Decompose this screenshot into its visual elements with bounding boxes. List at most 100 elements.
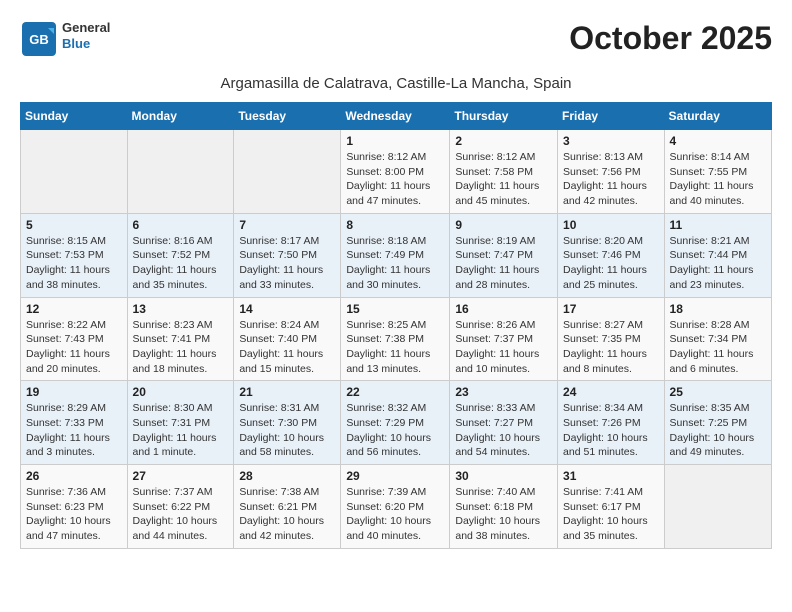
day-cell: 18Sunrise: 8:28 AM Sunset: 7:34 PM Dayli… xyxy=(664,297,771,381)
day-number: 10 xyxy=(563,218,659,232)
day-number: 1 xyxy=(346,134,444,148)
day-number: 30 xyxy=(455,469,552,483)
day-cell: 12 Sunrise: 8:22 AM Sunset: 7:43 PM Dayli… xyxy=(21,297,128,381)
header-wednesday: Wednesday xyxy=(341,103,450,130)
header-thursday: Thursday xyxy=(450,103,558,130)
day-info: Sunrise: 8:21 AM Sunset: 7:44 PM Dayligh… xyxy=(670,234,766,293)
day-info: Sunrise: 8:12 AM Sunset: 7:58 PM Dayligh… xyxy=(455,150,552,209)
day-cell xyxy=(234,130,341,214)
day-cell: 25 Sunrise: 8:35 AM Sunset: 7:25 PM Dayli… xyxy=(664,381,771,465)
calendar-title: October 2025 xyxy=(569,20,772,57)
day-info: Sunrise: 8:19 AM Sunset: 7:47 PM Dayligh… xyxy=(455,234,552,293)
day-info: Sunrise: 8:13 AM Sunset: 7:56 PM Dayligh… xyxy=(563,150,659,209)
day-cell: 1 Sunrise: 8:12 AM Sunset: 8:00 PM Daylig… xyxy=(341,130,450,214)
day-cell: 26Sunrise: 7:36 AM Sunset: 6:23 PM Dayli… xyxy=(21,465,128,549)
day-number: 29 xyxy=(346,469,444,483)
day-number: 25 xyxy=(670,385,766,399)
day-cell: 23 Sunrise: 8:33 AM Sunset: 7:27 PM Dayli… xyxy=(450,381,558,465)
day-number: 22 xyxy=(346,385,444,399)
day-info: Sunrise: 8:26 AM Sunset: 7:37 PM Dayligh… xyxy=(455,318,552,377)
day-info: Sunrise: 8:12 AM Sunset: 8:00 PM Dayligh… xyxy=(346,150,444,209)
day-cell: 27 Sunrise: 7:37 AM Sunset: 6:22 PM Dayli… xyxy=(127,465,234,549)
week-row-1: 1 Sunrise: 8:12 AM Sunset: 8:00 PM Daylig… xyxy=(21,130,772,214)
day-cell: 16 Sunrise: 8:26 AM Sunset: 7:37 PM Dayli… xyxy=(450,297,558,381)
day-number: 31 xyxy=(563,469,659,483)
day-info: Sunrise: 8:16 AM Sunset: 7:52 PM Dayligh… xyxy=(133,234,229,293)
day-number: 21 xyxy=(239,385,335,399)
day-info: Sunrise: 8:32 AM Sunset: 7:29 PM Dayligh… xyxy=(346,401,444,460)
logo-blue: Blue xyxy=(62,36,110,52)
day-cell: 28 Sunrise: 7:38 AM Sunset: 6:21 PM Dayli… xyxy=(234,465,341,549)
day-info: Sunrise: 8:22 AM Sunset: 7:43 PM Dayligh… xyxy=(26,318,122,377)
day-number: 28 xyxy=(239,469,335,483)
day-cell: 2 Sunrise: 8:12 AM Sunset: 7:58 PM Daylig… xyxy=(450,130,558,214)
day-number: 7 xyxy=(239,218,335,232)
day-number: 2 xyxy=(455,134,552,148)
header-sunday: Sunday xyxy=(21,103,128,130)
calendar-header: SundayMondayTuesdayWednesdayThursdayFrid… xyxy=(21,103,772,130)
logo-general: General xyxy=(62,20,110,36)
day-number: 27 xyxy=(133,469,229,483)
day-cell: 13Sunrise: 8:23 AM Sunset: 7:41 PM Dayli… xyxy=(127,297,234,381)
day-number: 9 xyxy=(455,218,552,232)
svg-text:GB: GB xyxy=(29,32,49,47)
day-cell: 8 Sunrise: 8:18 AM Sunset: 7:49 PM Daylig… xyxy=(341,213,450,297)
day-info: Sunrise: 8:31 AM Sunset: 7:30 PM Dayligh… xyxy=(239,401,335,460)
header-saturday: Saturday xyxy=(664,103,771,130)
day-info: Sunrise: 8:28 AM Sunset: 7:34 PM Dayligh… xyxy=(670,318,766,377)
logo-icon: GB xyxy=(20,20,58,58)
day-number: 20 xyxy=(133,385,229,399)
week-row-3: 12 Sunrise: 8:22 AM Sunset: 7:43 PM Dayli… xyxy=(21,297,772,381)
day-cell xyxy=(21,130,128,214)
day-info: Sunrise: 7:41 AM Sunset: 6:17 PM Dayligh… xyxy=(563,485,659,544)
day-cell: 19 Sunrise: 8:29 AM Sunset: 7:33 PM Dayli… xyxy=(21,381,128,465)
day-info: Sunrise: 8:23 AM Sunset: 7:41 PM Dayligh… xyxy=(133,318,229,377)
day-info: Sunrise: 8:34 AM Sunset: 7:26 PM Dayligh… xyxy=(563,401,659,460)
day-info: Sunrise: 8:18 AM Sunset: 7:49 PM Dayligh… xyxy=(346,234,444,293)
day-cell: 3Sunrise: 8:13 AM Sunset: 7:56 PM Daylig… xyxy=(558,130,665,214)
day-info: Sunrise: 8:30 AM Sunset: 7:31 PM Dayligh… xyxy=(133,401,229,460)
day-info: Sunrise: 8:15 AM Sunset: 7:53 PM Dayligh… xyxy=(26,234,122,293)
day-number: 15 xyxy=(346,302,444,316)
day-number: 16 xyxy=(455,302,552,316)
day-number: 14 xyxy=(239,302,335,316)
day-number: 23 xyxy=(455,385,552,399)
day-cell: 20 Sunrise: 8:30 AM Sunset: 7:31 PM Dayli… xyxy=(127,381,234,465)
day-cell: 24Sunrise: 8:34 AM Sunset: 7:26 PM Dayli… xyxy=(558,381,665,465)
day-info: Sunrise: 8:29 AM Sunset: 7:33 PM Dayligh… xyxy=(26,401,122,460)
day-info: Sunrise: 7:36 AM Sunset: 6:23 PM Dayligh… xyxy=(26,485,122,544)
day-info: Sunrise: 8:25 AM Sunset: 7:38 PM Dayligh… xyxy=(346,318,444,377)
day-number: 11 xyxy=(670,218,766,232)
day-info: Sunrise: 7:38 AM Sunset: 6:21 PM Dayligh… xyxy=(239,485,335,544)
day-number: 17 xyxy=(563,302,659,316)
day-cell: 22 Sunrise: 8:32 AM Sunset: 7:29 PM Dayli… xyxy=(341,381,450,465)
day-info: Sunrise: 8:27 AM Sunset: 7:35 PM Dayligh… xyxy=(563,318,659,377)
day-info: Sunrise: 8:14 AM Sunset: 7:55 PM Dayligh… xyxy=(670,150,766,209)
day-info: Sunrise: 7:37 AM Sunset: 6:22 PM Dayligh… xyxy=(133,485,229,544)
day-number: 8 xyxy=(346,218,444,232)
day-info: Sunrise: 8:33 AM Sunset: 7:27 PM Dayligh… xyxy=(455,401,552,460)
day-number: 6 xyxy=(133,218,229,232)
day-cell: 5 Sunrise: 8:15 AM Sunset: 7:53 PM Daylig… xyxy=(21,213,128,297)
week-row-2: 5 Sunrise: 8:15 AM Sunset: 7:53 PM Daylig… xyxy=(21,213,772,297)
day-number: 19 xyxy=(26,385,122,399)
day-info: Sunrise: 8:24 AM Sunset: 7:40 PM Dayligh… xyxy=(239,318,335,377)
day-cell: 30 Sunrise: 7:40 AM Sunset: 6:18 PM Dayli… xyxy=(450,465,558,549)
day-info: Sunrise: 8:17 AM Sunset: 7:50 PM Dayligh… xyxy=(239,234,335,293)
day-cell: 15 Sunrise: 8:25 AM Sunset: 7:38 PM Dayli… xyxy=(341,297,450,381)
day-cell: 10Sunrise: 8:20 AM Sunset: 7:46 PM Dayli… xyxy=(558,213,665,297)
day-info: Sunrise: 7:40 AM Sunset: 6:18 PM Dayligh… xyxy=(455,485,552,544)
day-cell: 17 Sunrise: 8:27 AM Sunset: 7:35 PM Dayli… xyxy=(558,297,665,381)
logo: GB General Blue xyxy=(20,20,110,63)
location-subtitle: Argamasilla de Calatrava, Castille-La Ma… xyxy=(20,75,772,92)
day-info: Sunrise: 8:35 AM Sunset: 7:25 PM Dayligh… xyxy=(670,401,766,460)
day-cell: 14 Sunrise: 8:24 AM Sunset: 7:40 PM Dayli… xyxy=(234,297,341,381)
day-cell: 9 Sunrise: 8:19 AM Sunset: 7:47 PM Daylig… xyxy=(450,213,558,297)
header-tuesday: Tuesday xyxy=(234,103,341,130)
day-cell: 11 Sunrise: 8:21 AM Sunset: 7:44 PM Dayli… xyxy=(664,213,771,297)
day-number: 12 xyxy=(26,302,122,316)
day-number: 5 xyxy=(26,218,122,232)
day-info: Sunrise: 7:39 AM Sunset: 6:20 PM Dayligh… xyxy=(346,485,444,544)
day-number: 4 xyxy=(670,134,766,148)
day-cell xyxy=(127,130,234,214)
